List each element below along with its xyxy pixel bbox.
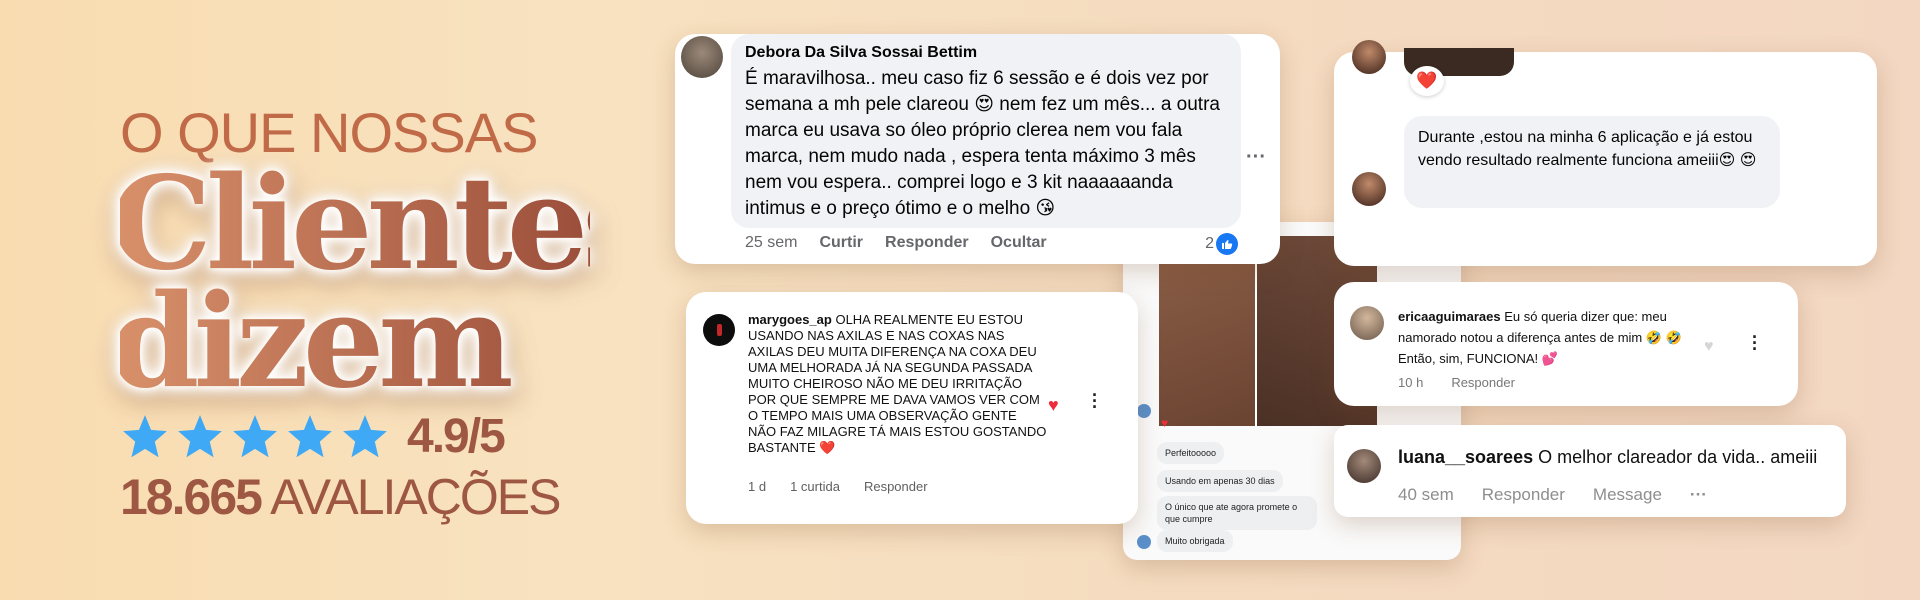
kebab-menu-icon[interactable]: · · · (1092, 386, 1098, 416)
comment-actions: 10 h Responder (1398, 375, 1515, 390)
comment-time[interactable]: 25 sem (745, 234, 797, 252)
avatar (1137, 535, 1151, 549)
chat-message: O único que ate agora promete o que cump… (1157, 496, 1317, 530)
reviews-count: 18.665 (120, 469, 263, 525)
star-icon (123, 414, 167, 457)
comment-time: 40 sem (1398, 485, 1454, 504)
heart-reaction[interactable]: ❤️ (1410, 66, 1444, 96)
heart-icon[interactable]: ♥ (1704, 338, 1714, 356)
facebook-comment-card: Debora Da Silva Sossai Bettim É maravilh… (675, 34, 1280, 264)
instagram-comment-card: luana__soarees O melhor clareador da vid… (1334, 425, 1846, 517)
heart-icon: ♥ (1161, 416, 1169, 430)
avatar[interactable] (681, 36, 723, 78)
comment-text: luana__soarees O melhor clareador da vid… (1398, 447, 1817, 468)
star-icon (288, 414, 332, 457)
message-button[interactable]: Message (1593, 485, 1662, 505)
like-button[interactable]: Curtir (819, 234, 863, 252)
hide-button[interactable]: Ocultar (991, 234, 1047, 252)
comment-body: OLHA REALMENTE EU ESTOU USANDO NAS AXILA… (748, 312, 1047, 455)
comment-text: É maravilhosa.. meu caso fiz 6 sessão e … (745, 68, 1220, 219)
comment-bubble: Durante ,estou na minha 6 aplicação e já… (1404, 116, 1780, 208)
hero-title-line1: Clientes (110, 149, 649, 299)
like-count[interactable]: 1 curtida (790, 479, 840, 494)
comment-bubble: Debora Da Silva Sossai Bettim É maravilh… (731, 34, 1241, 228)
avatar[interactable] (1352, 172, 1386, 206)
avatar (1352, 40, 1386, 74)
avatar[interactable] (1350, 306, 1384, 340)
reviews-count-row: 18.665 AVALIAÇÕES (120, 468, 590, 526)
comment-body: O melhor clareador da vida.. ameiii (1538, 447, 1818, 467)
avatar[interactable] (1347, 449, 1381, 483)
rating-row: 4.9/5 (120, 409, 590, 464)
commenter-username[interactable]: ericaaguimaraes (1398, 309, 1501, 324)
reply-button[interactable]: Responder (885, 234, 969, 252)
reply-button[interactable]: Responder (1482, 485, 1565, 505)
hero-title-line2: dizem (110, 267, 508, 417)
comment-actions: 25 sem Curtir Responder Ocultar (745, 234, 1047, 252)
thumbs-up-icon (1216, 233, 1238, 255)
rating-value: 4.9/5 (407, 410, 506, 463)
comment-card: ❤️ Durante ,estou na minha 6 aplicação e… (1334, 40, 1877, 266)
hero-title: Clientes dizem (120, 165, 590, 401)
reviews-label: AVALIAÇÕES (270, 469, 561, 525)
comment-actions: 40 sem Responder Message ··· (1398, 485, 1707, 505)
star-icon (233, 414, 277, 457)
star-icon (343, 414, 387, 457)
comment-text: marygoes_ap OLHA REALMENTE EU ESTOU USAN… (748, 312, 1048, 456)
comment-time: 10 h (1398, 375, 1424, 390)
comment-text: Durante ,estou na minha 6 aplicação e já… (1418, 129, 1757, 169)
commenter-name[interactable]: Debora Da Silva Sossai Bettim (745, 44, 1227, 62)
reply-button[interactable]: Responder (864, 479, 928, 494)
commenter-username[interactable]: luana__soarees (1398, 447, 1533, 467)
more-options-button[interactable]: ··· (1690, 485, 1707, 505)
more-options-button[interactable]: ··· (1246, 146, 1266, 169)
chat-message: Muito obrigada (1157, 530, 1233, 552)
like-count: 2 (1205, 235, 1214, 252)
comment-actions: 1 d 1 curtida Responder (748, 479, 928, 494)
instagram-comment-card: marygoes_ap OLHA REALMENTE EU ESTOU USAN… (686, 292, 1138, 524)
reaction-count[interactable]: 2 (1205, 233, 1238, 255)
instagram-comment-card: ericaaguimaraes Eu só queria dizer que: … (1334, 282, 1798, 406)
hero-section: O QUE NOSSAS Clientes dizem 4.9/5 18.665… (120, 100, 590, 526)
kebab-menu-icon[interactable]: · · · (1752, 328, 1758, 358)
chat-message: Perfeitooooo (1157, 442, 1225, 464)
avatar[interactable] (703, 314, 735, 346)
heart-icon[interactable]: ♥ (1048, 395, 1059, 416)
chat-message: Usando em apenas 30 dias (1157, 470, 1283, 492)
comment-text: ericaaguimaraes Eu só queria dizer que: … (1398, 306, 1708, 369)
before-photo (1159, 236, 1255, 426)
comment-time: 1 d (748, 479, 767, 494)
commenter-username[interactable]: marygoes_ap (748, 312, 832, 327)
reply-button[interactable]: Responder (1451, 375, 1515, 390)
avatar (1137, 404, 1151, 418)
star-icon (178, 414, 222, 457)
